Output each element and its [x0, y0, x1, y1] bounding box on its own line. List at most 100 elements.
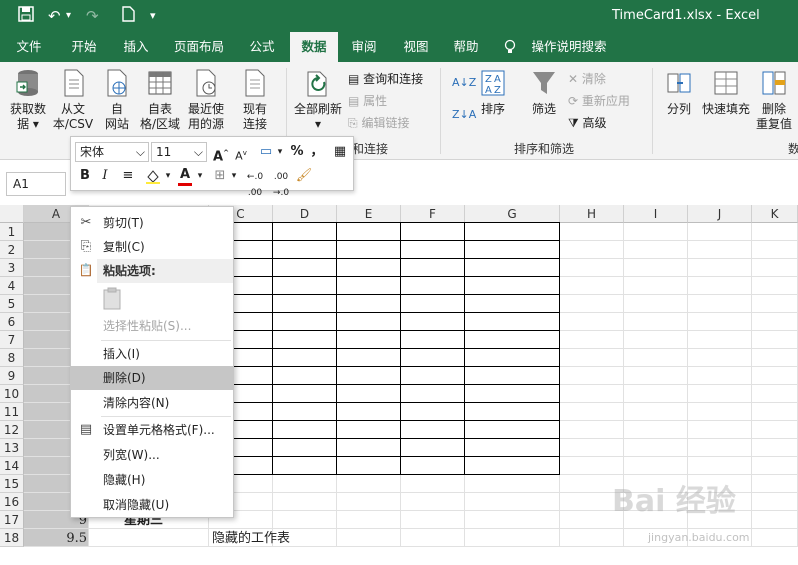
number-format-icon[interactable]: ▭ [255, 144, 277, 160]
from-web-button[interactable]: 自 网站 [98, 68, 136, 132]
remove-duplicates-button[interactable]: 删除 重复值 [754, 68, 794, 132]
grid-cell[interactable] [688, 259, 752, 277]
grid-cell[interactable] [401, 259, 465, 277]
menu-item-insert[interactable]: 插入(I) [71, 342, 233, 366]
grid-cell[interactable] [465, 457, 560, 475]
grid-cell[interactable] [401, 223, 465, 241]
grid-cell[interactable] [560, 223, 624, 241]
grid-cell[interactable] [337, 241, 401, 259]
align-center-icon[interactable]: ≡ [119, 168, 137, 184]
grid-cell[interactable] [273, 295, 337, 313]
tell-me-search[interactable]: 操作说明搜索 [526, 32, 612, 62]
grid-cell[interactable] [401, 313, 465, 331]
tab-home[interactable]: 开始 [60, 32, 108, 62]
grid-cell[interactable] [688, 277, 752, 295]
grid-cell[interactable] [752, 277, 798, 295]
grid-cell[interactable] [624, 367, 688, 385]
tab-help[interactable]: 帮助 [442, 32, 490, 62]
grid-cell[interactable] [337, 223, 401, 241]
comma-style-button[interactable]: ， [309, 144, 325, 160]
grid-cell[interactable] [337, 475, 401, 493]
font-size-dropdown[interactable]: 11 ⌵ [151, 142, 207, 162]
grid-cell[interactable] [401, 403, 465, 421]
advanced-filter-button[interactable]: ⧩ 高级 [568, 114, 607, 132]
grid-cell[interactable] [752, 457, 798, 475]
grid-cell[interactable] [273, 385, 337, 403]
grid-cell[interactable] [401, 385, 465, 403]
grid-cell[interactable] [752, 511, 798, 529]
row-header[interactable]: 4 [0, 277, 24, 295]
tab-data[interactable]: 数据 [290, 32, 338, 62]
grid-cell[interactable] [337, 259, 401, 277]
grid-cell[interactable] [752, 493, 798, 511]
refresh-all-button[interactable]: 全部刷新 ▾ [290, 68, 346, 132]
grid-cell[interactable] [624, 277, 688, 295]
grid-cell[interactable] [688, 367, 752, 385]
grid-cell[interactable] [273, 241, 337, 259]
grid-cell[interactable] [273, 439, 337, 457]
column-header-i[interactable]: I [624, 205, 688, 223]
chevron-down-icon[interactable]: ▾ [229, 168, 239, 184]
grid-cell[interactable] [688, 439, 752, 457]
row-header[interactable]: 17 [0, 511, 24, 529]
grid-cell[interactable] [560, 385, 624, 403]
decrease-decimal-icon[interactable]: .00 →.0 [269, 169, 293, 201]
grid-cell[interactable] [337, 331, 401, 349]
row-header[interactable]: 7 [0, 331, 24, 349]
italic-button[interactable]: I [97, 168, 113, 184]
grid-cell[interactable] [752, 421, 798, 439]
grid-cell[interactable] [401, 493, 465, 511]
grid-cell[interactable] [560, 295, 624, 313]
format-painter-icon[interactable]: 🖌 [293, 168, 315, 184]
row-header[interactable]: 6 [0, 313, 24, 331]
row-header[interactable]: 8 [0, 349, 24, 367]
grid-cell[interactable] [688, 349, 752, 367]
grid-cell[interactable] [401, 367, 465, 385]
menu-item-paste-special[interactable]: 选择性粘贴(S)... [71, 314, 233, 338]
cell-b18[interactable]: 隐藏的工作表 [212, 530, 290, 548]
grid-cell[interactable] [560, 529, 624, 547]
row-header[interactable]: 16 [0, 493, 24, 511]
grid-cell[interactable] [560, 331, 624, 349]
grid-cell[interactable] [273, 475, 337, 493]
grid-cell[interactable] [465, 295, 560, 313]
grid-cell[interactable] [465, 385, 560, 403]
menu-item-cut[interactable]: ✂ 剪切(T) [71, 211, 233, 235]
row-header[interactable]: 15 [0, 475, 24, 493]
grid-cell[interactable] [688, 241, 752, 259]
grid-cell[interactable] [688, 295, 752, 313]
grid-cell[interactable] [560, 241, 624, 259]
font-name-dropdown[interactable]: 宋体 ⌵ [75, 142, 149, 162]
grid-cell[interactable] [752, 313, 798, 331]
grid-cell[interactable] [401, 475, 465, 493]
chevron-down-icon[interactable]: ▾ [163, 168, 173, 184]
grid-cell[interactable] [465, 529, 560, 547]
grid-cell[interactable] [337, 349, 401, 367]
grid-cell[interactable] [401, 295, 465, 313]
grid-cell[interactable] [688, 421, 752, 439]
grid-cell[interactable] [624, 439, 688, 457]
chevron-down-icon[interactable]: ▾ [275, 144, 285, 160]
grid-cell[interactable] [465, 223, 560, 241]
fill-color-icon[interactable] [143, 168, 163, 189]
grid-cell[interactable] [560, 457, 624, 475]
grid-cell[interactable] [752, 349, 798, 367]
grid-cell[interactable] [273, 511, 337, 529]
sort-button[interactable]: ZAAZ 排序 [476, 68, 510, 117]
grid-cell[interactable] [465, 241, 560, 259]
menu-item-unhide[interactable]: 取消隐藏(U) [71, 493, 233, 517]
grid-cell[interactable] [624, 295, 688, 313]
percent-style-button[interactable]: % [287, 144, 307, 160]
column-header-f[interactable]: F [401, 205, 465, 223]
grid-cell[interactable] [401, 439, 465, 457]
grid-cell[interactable] [337, 277, 401, 295]
grid-cell[interactable] [465, 475, 560, 493]
row-header[interactable]: 18 [0, 529, 24, 547]
grid-cell[interactable] [465, 349, 560, 367]
column-header-h[interactable]: H [560, 205, 624, 223]
menu-item-clear-contents[interactable]: 清除内容(N) [71, 391, 233, 415]
grid-cell[interactable] [273, 403, 337, 421]
tab-file[interactable]: 文件 [6, 32, 52, 62]
save-icon[interactable] [18, 6, 34, 27]
grid-cell[interactable] [273, 367, 337, 385]
